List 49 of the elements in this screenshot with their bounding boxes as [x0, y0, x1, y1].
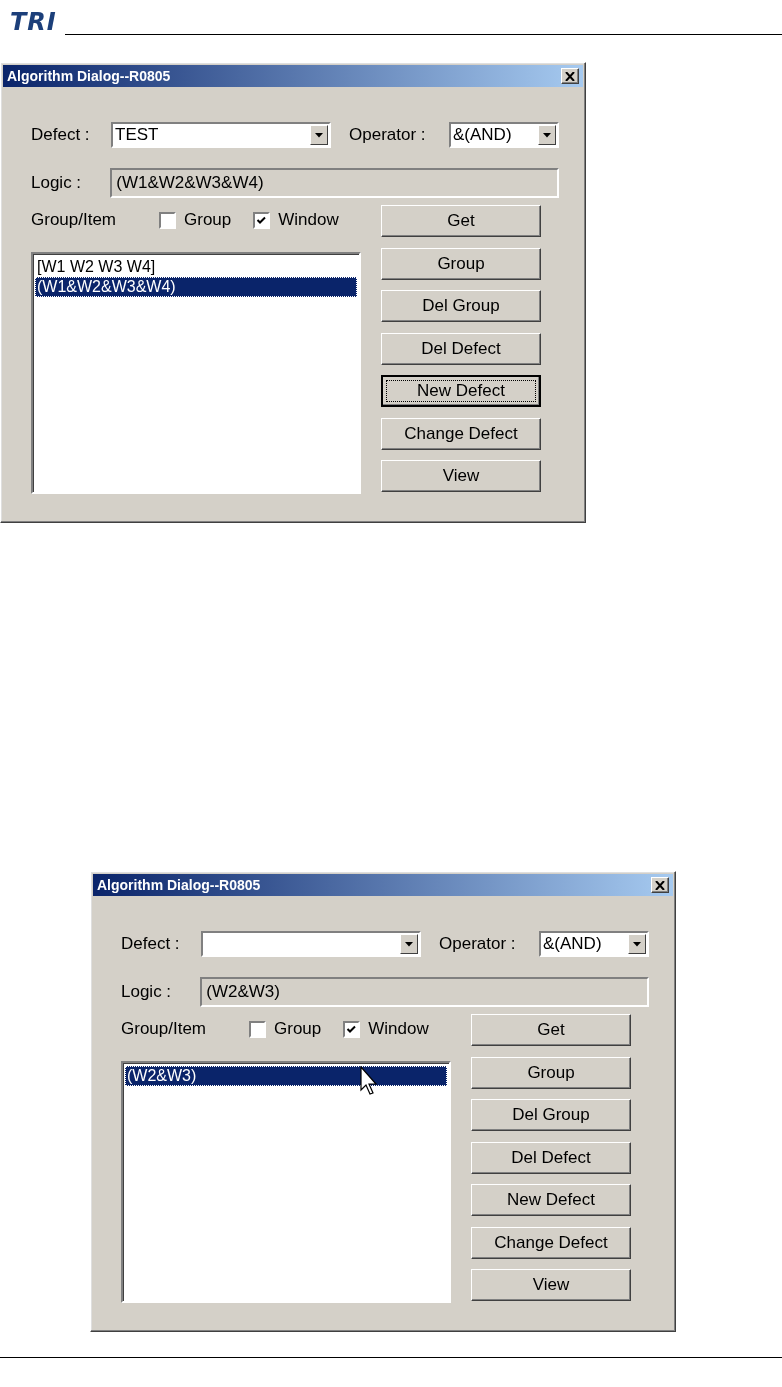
- defect-dropdown[interactable]: TEST: [111, 122, 331, 148]
- close-button[interactable]: [651, 877, 669, 893]
- window-title: Algorithm Dialog--R0805: [7, 68, 171, 84]
- field-label: Logic :: [121, 982, 173, 1002]
- list-box[interactable]: (W2&W3): [121, 1061, 451, 1303]
- close-icon[interactable]: [655, 880, 665, 890]
- dialog-button[interactable]: Del Group: [471, 1099, 631, 1131]
- logic-field: (W1&W2&W3&W4): [110, 168, 559, 198]
- checkbox[interactable]: [343, 1020, 361, 1038]
- dialog-button[interactable]: Change Defect: [471, 1226, 631, 1259]
- logo: TRI: [10, 8, 58, 36]
- logic-field: (W2&W3): [200, 977, 649, 1007]
- dialog-button[interactable]: Group: [471, 1056, 631, 1089]
- checkbox-label: Group: [184, 210, 232, 230]
- dialog-button[interactable]: Get: [381, 205, 541, 237]
- close-icon[interactable]: [565, 71, 575, 81]
- dialog-button[interactable]: Del Defect: [381, 332, 541, 365]
- checkbox[interactable]: [253, 211, 271, 229]
- field-label: Logic :: [31, 173, 83, 193]
- checkbox[interactable]: [249, 1020, 266, 1038]
- section-label: Group/Item: [121, 1019, 208, 1039]
- field-label: Defect :: [121, 934, 181, 954]
- field-label: Operator :: [439, 934, 517, 954]
- checkbox-label: Window: [368, 1019, 429, 1039]
- field-label: Defect :: [31, 125, 91, 145]
- section-label: Group/Item: [31, 210, 118, 230]
- operator-dropdown[interactable]: &(AND): [449, 122, 559, 148]
- list-item[interactable]: [W1 W2 W3 W4]: [35, 257, 357, 277]
- dialog-button[interactable]: Group: [381, 247, 541, 280]
- mouse-pointer-icon: [360, 1066, 379, 1096]
- close-button[interactable]: [561, 68, 579, 84]
- dialog-button[interactable]: Del Group: [381, 290, 541, 322]
- operator-dropdown[interactable]: &(AND): [539, 931, 649, 957]
- dialog-button[interactable]: Del Defect: [471, 1141, 631, 1174]
- list-item[interactable]: (W1&W2&W3&W4): [35, 277, 357, 297]
- dialog-button[interactable]: New Defect: [381, 375, 541, 407]
- window-title: Algorithm Dialog--R0805: [97, 877, 261, 893]
- checkbox-label: Window: [278, 210, 339, 230]
- list-item[interactable]: (W2&W3): [125, 1066, 447, 1086]
- checkbox-label: Group: [274, 1019, 322, 1039]
- dialog-button[interactable]: Get: [471, 1014, 631, 1046]
- field-label: Operator :: [349, 125, 427, 145]
- list-box[interactable]: [W1 W2 W3 W4] (W1&W2&W3&W4): [31, 252, 361, 494]
- defect-dropdown[interactable]: [201, 931, 421, 957]
- dialog-button[interactable]: New Defect: [471, 1184, 631, 1216]
- dialog-button[interactable]: Change Defect: [381, 417, 541, 450]
- checkbox[interactable]: [159, 211, 176, 229]
- dialog-button[interactable]: View: [471, 1269, 631, 1301]
- dialog-button[interactable]: View: [381, 460, 541, 492]
